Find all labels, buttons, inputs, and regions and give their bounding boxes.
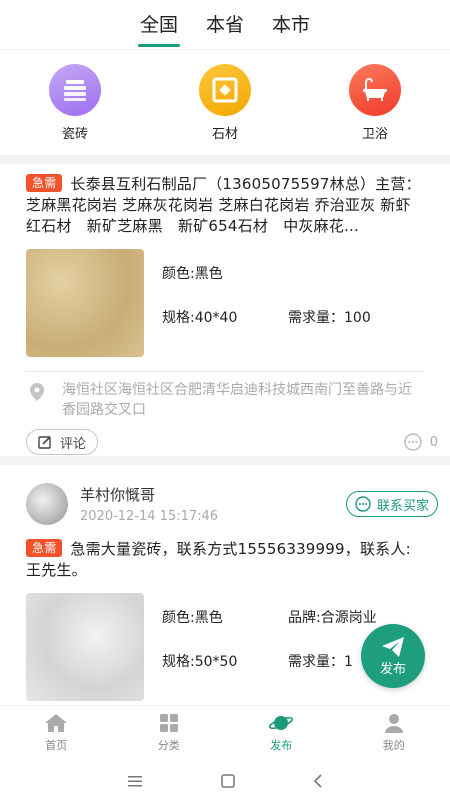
category-bath[interactable]: 卫浴 (300, 51, 450, 155)
spec-list: 颜色:黑色 规格:40*40 需求量：100 (144, 249, 424, 357)
chat-bubble-icon (403, 433, 422, 451)
tab-national[interactable]: 全国 (137, 1, 180, 49)
planet-icon (269, 716, 294, 730)
comment-button[interactable]: 评论 (26, 429, 99, 455)
chat-icon (355, 496, 371, 512)
edit-icon (38, 436, 51, 449)
home-square-icon[interactable] (221, 773, 235, 788)
bottom-nav: 首页 分类 发布 我的 (0, 705, 450, 761)
spec-brand: 品牌:合源岗业 (288, 610, 377, 626)
nav-label: 发布 (270, 739, 293, 752)
category-label: 瓷砖 (61, 127, 88, 142)
user-icon (384, 714, 403, 733)
nav-home[interactable]: 首页 (0, 706, 113, 761)
post-text: 急需大量瓷砖，联系方式15556339999，联系人:王先生。 (26, 540, 411, 579)
nav-publish[interactable]: 发布 (225, 706, 338, 761)
comment-label: 评论 (60, 436, 87, 452)
publish-fab-label: 发布 (379, 661, 406, 677)
bathtub-icon (349, 64, 401, 116)
post-details: 颜色:黑色 规格:40*40 需求量：100 (26, 249, 424, 357)
post-text: 长泰县互利石制品厂（13605075597林总）主营：芝麻黑花岗岩 芝麻灰花岗岩… (26, 175, 421, 235)
section-divider (0, 456, 450, 465)
region-tabs: 全国 本省 本市 (0, 0, 450, 50)
category-tile[interactable]: 瓷砖 (0, 51, 150, 155)
location-text: 海恒社区海恒社区合肥清华启迪科技城西南门至善路与近香园路交叉口 (62, 382, 412, 418)
spec-color: 颜色:黑色 (162, 266, 223, 282)
urgent-badge: 急需 (26, 539, 63, 557)
category-row: 瓷砖 石材 卫浴 (0, 51, 450, 155)
back-icon[interactable] (313, 773, 323, 788)
stone-frame-icon (199, 64, 251, 116)
post-actions: 评论 0 (26, 429, 438, 455)
location: 海恒社区海恒社区合肥清华启迪科技城西南门至善路与近香园路交叉口 (26, 380, 424, 420)
publish-fab[interactable]: 发布 (361, 624, 425, 688)
post-time: 2020-12-14 15:17:46 (80, 509, 219, 524)
contact-buyer-button[interactable]: 联系买家 (345, 491, 438, 517)
contact-label: 联系买家 (376, 498, 429, 514)
menu-icon[interactable] (127, 775, 143, 787)
divider (26, 371, 424, 372)
nav-label: 首页 (45, 739, 68, 752)
category-label: 石材 (211, 127, 238, 142)
author-row: 羊村你慨哥 2020-12-14 15:17:46 联系买家 (26, 465, 438, 525)
spec-size: 规格:40*40 (162, 310, 238, 326)
nav-category[interactable]: 分类 (113, 706, 226, 761)
grid-icon (159, 714, 178, 732)
spec-demand: 需求量：100 (288, 310, 371, 326)
tab-province[interactable]: 本省 (204, 1, 246, 49)
location-pin-icon (30, 383, 44, 420)
avatar[interactable] (26, 483, 68, 525)
nav-label: 分类 (157, 739, 180, 752)
product-image[interactable] (26, 593, 144, 701)
post-content: 急需 长泰县互利石制品厂（13605075597林总）主营：芝麻黑花岗岩 芝麻灰花… (26, 174, 424, 237)
author-name: 羊村你慨哥 (80, 486, 156, 504)
spec-color: 颜色:黑色 (162, 610, 223, 626)
tab-city[interactable]: 本市 (270, 1, 312, 49)
product-image[interactable] (26, 249, 144, 357)
nav-label: 我的 (382, 739, 405, 752)
home-icon (45, 714, 68, 732)
urgent-badge: 急需 (26, 174, 63, 192)
category-stone[interactable]: 石材 (150, 51, 300, 155)
category-label: 卫浴 (361, 127, 388, 142)
comment-count: 0 (403, 433, 438, 451)
author-info: 羊村你慨哥 2020-12-14 15:17:46 (80, 484, 346, 524)
post-content: 急需 急需大量瓷砖，联系方式15556339999，联系人:王先生。 (26, 539, 424, 581)
section-divider (0, 155, 450, 164)
tile-stack-icon (49, 64, 101, 116)
nav-mine[interactable]: 我的 (338, 706, 450, 761)
comment-count-value: 0 (429, 434, 438, 450)
post-card[interactable]: 急需 长泰县互利石制品厂（13605075597林总）主营：芝麻黑花岗岩 芝麻灰花… (0, 164, 450, 456)
system-nav-bar (0, 761, 450, 800)
paper-plane-icon (382, 636, 404, 657)
spec-size: 规格:50*50 (162, 654, 238, 670)
